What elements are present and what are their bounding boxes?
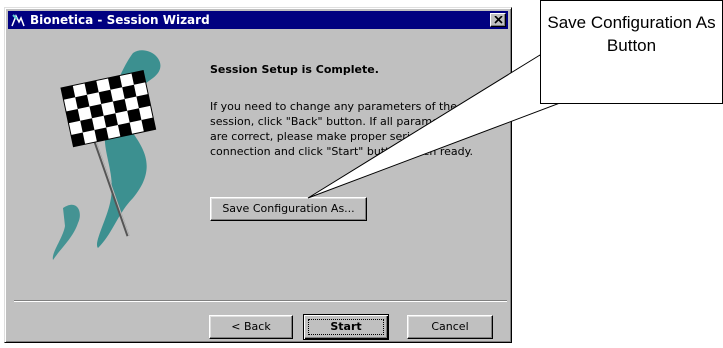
callout-annotation: Save Configuration As Button bbox=[540, 0, 723, 104]
